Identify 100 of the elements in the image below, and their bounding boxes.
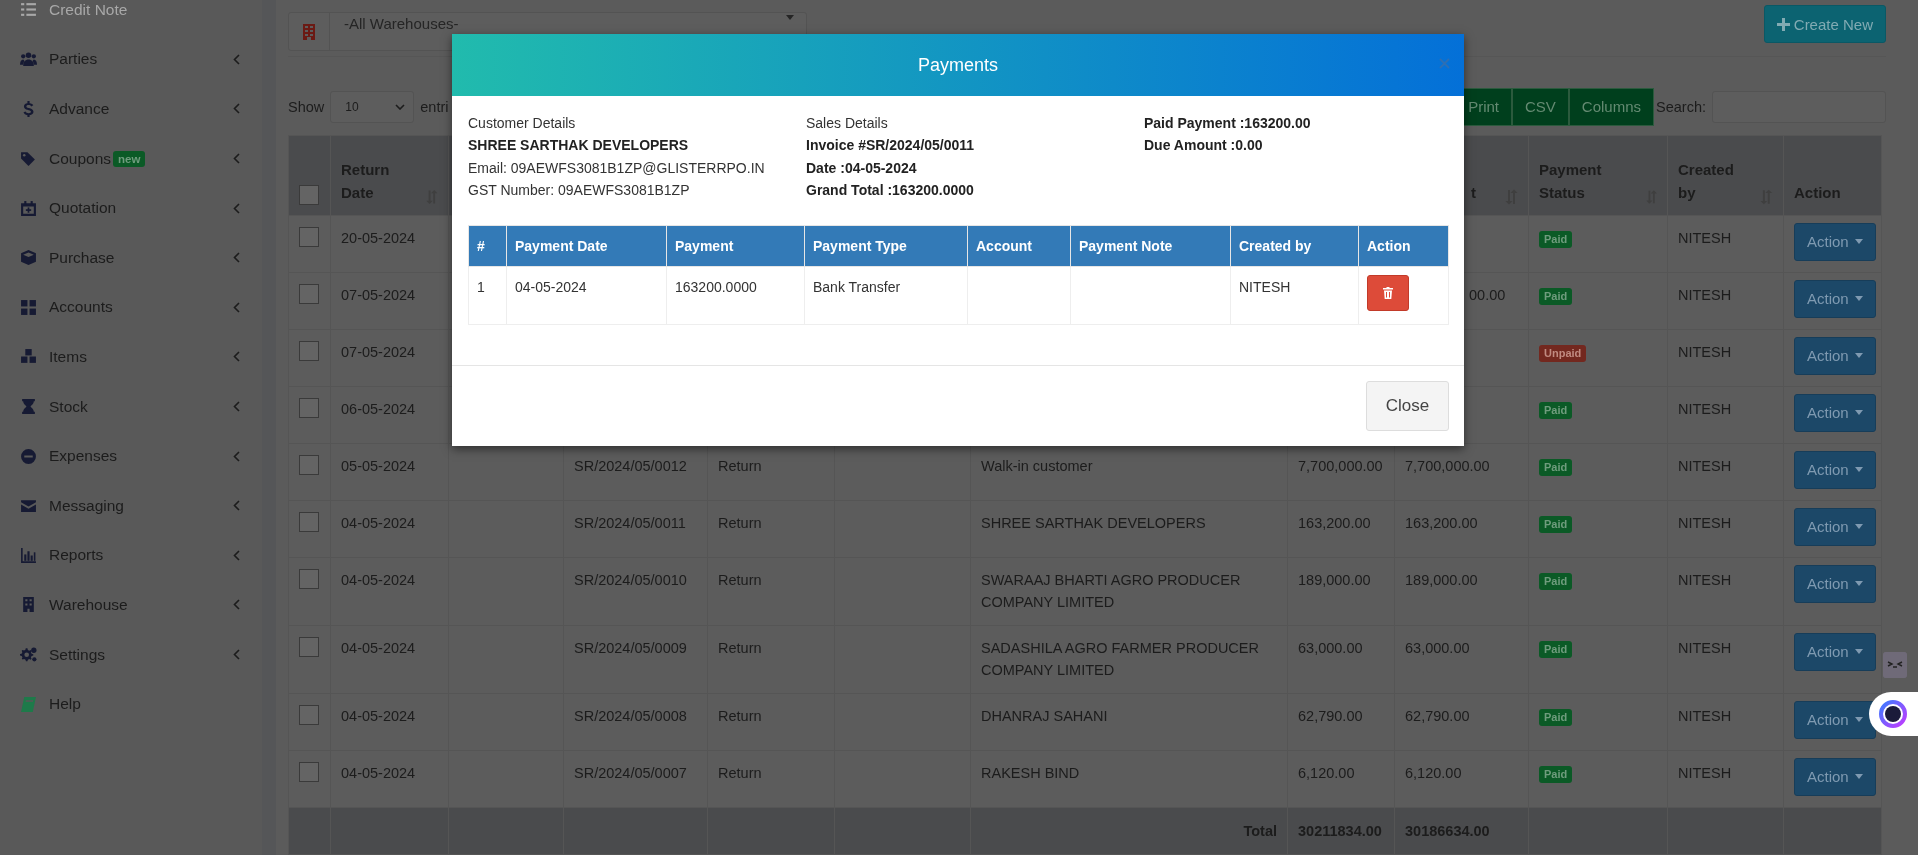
column-header: Payment [675,237,734,254]
gears-icon [20,646,37,663]
row-checkbox[interactable] [299,397,319,418]
table-cell: SR/2024/05/0011 [574,514,686,531]
sidebar-item[interactable]: Settings [0,629,262,680]
table-cell: Return [718,457,762,474]
row-checkbox[interactable] [299,511,319,532]
table-cell: 163,200.00 [1405,514,1478,531]
row-checkbox[interactable] [299,454,319,475]
sidebar-item[interactable]: Messaging [0,480,262,531]
export-button[interactable]: CSV [1512,87,1569,126]
entries-label: entri [420,98,449,115]
table-cell: Return [718,639,762,656]
status-badge: Paid [1539,640,1573,658]
table-cell: 04-05-2024 [515,278,587,295]
sidebar-item[interactable]: Help [0,679,262,729]
row-checkbox[interactable] [299,283,319,304]
action-button[interactable]: Action [1794,564,1876,603]
action-button[interactable]: Action [1794,632,1876,671]
envelope-icon [20,497,37,515]
delete-button[interactable] [1367,274,1409,311]
action-button[interactable]: Action [1794,393,1876,432]
chat-launcher[interactable] [1869,692,1918,736]
status-badge: Paid [1539,765,1573,783]
row-checkbox[interactable] [299,704,319,725]
action-button[interactable]: Action [1794,700,1876,739]
table-cell: SHREE SARTHAK DEVELOPERS [981,514,1206,531]
caret-icon [1854,649,1863,655]
sidebar-item[interactable]: Expenses [0,431,262,481]
status-badge: Paid [1539,708,1573,726]
action-button[interactable]: Action [1794,279,1876,318]
table-cell: Walk-in customer [981,457,1093,474]
action-button[interactable]: Action [1794,757,1876,796]
status-badge: Paid [1539,287,1573,306]
status-badge: Paid [1539,458,1573,477]
table-cell: NITESH [1678,571,1732,588]
table-cell: 04-05-2024 [341,764,416,781]
table-cell: SR/2024/05/0007 [574,764,687,781]
section-heading: Customer Details [468,114,577,133]
caret-icon [786,15,794,20]
action-button[interactable]: Action [1794,222,1876,261]
table-cell: 189,000.00 [1298,571,1371,588]
table-cell: 7,700,000.00 [1405,457,1490,474]
table-cell: SWARAAJ BHARTI AGRO PRODUCER COMPANY LIMITED [981,571,1241,611]
row-checkbox[interactable] [299,761,319,782]
row-checkbox[interactable] [299,340,319,361]
due-amount: Due Amount :0.00 [1144,136,1264,156]
action-button[interactable]: Action [1794,336,1876,375]
sidebar-item[interactable]: Advance [0,84,262,134]
status-badge: Paid [1539,230,1573,249]
column-header: Payment Note [1079,237,1173,254]
create-new-button[interactable]: Create New [1763,5,1886,43]
table-cell: SR/2024/05/0010 [574,571,687,588]
table-cell: 20-05-2024 [341,229,416,246]
page-size-select[interactable]: 10 [330,90,415,123]
action-button[interactable]: Action [1794,450,1876,489]
caret-icon [1854,353,1863,359]
sidebar-item[interactable]: Parties [0,34,262,85]
table-cell: 00.00 [1469,286,1506,303]
caret-icon [1854,296,1863,302]
column-header: # [477,237,485,254]
sidebar-item[interactable]: Accounts [0,282,262,333]
section-heading: Sales Details [806,114,889,133]
table-cell: 7,700,000.00 [1298,457,1383,474]
table-cell: 05-05-2024 [341,457,416,474]
table-cell: SR/2024/05/0012 [574,457,687,474]
table-cell: NITESH [1678,343,1732,360]
select-all-checkbox[interactable] [299,184,319,205]
caret-icon [1854,239,1863,245]
sidebar-item[interactable]: Purchase [0,232,262,283]
sidebar-item[interactable]: Coupons new [0,133,262,184]
table-cell: 62,790.00 [1298,707,1363,724]
export-button[interactable]: Columns [1568,87,1654,126]
invoice-number: Invoice #SR/2024/05/0011 [806,136,976,156]
table-cell: NITESH [1678,639,1732,656]
sidebar-item[interactable]: Stock [0,381,262,432]
sidebar-item[interactable]: Reports [0,530,262,581]
table-cell: 6,120.00 [1405,764,1462,781]
close-button[interactable]: Close [1366,380,1449,431]
sidebar-item[interactable]: Items [0,332,262,382]
sidebar-item[interactable]: Quotation [0,183,262,233]
list-icon [20,1,37,19]
table-cell: NITESH [1678,764,1732,781]
table-cell: 63,000.00 [1405,639,1470,656]
search-label: Search: [1656,98,1706,115]
table-cell: DHANRAJ SAHANI [981,707,1108,724]
row-checkbox[interactable] [299,226,319,247]
row-checkbox[interactable] [299,568,319,589]
column-header: Payment Date [515,237,608,254]
status-badge: Unpaid [1539,344,1587,363]
building-icon [20,596,37,614]
sidebar-item[interactable]: Warehouse [0,580,262,630]
table-cell: 06-05-2024 [341,400,416,417]
sidebar-item[interactable]: Credit Note [0,0,262,35]
action-button[interactable]: Action [1794,507,1876,546]
caret-icon [1854,524,1863,530]
row-checkbox[interactable] [299,636,319,657]
table-cell: 04-05-2024 [341,639,416,656]
table-cell: 6,120.00 [1298,764,1355,781]
column-header: Action [1367,237,1411,254]
